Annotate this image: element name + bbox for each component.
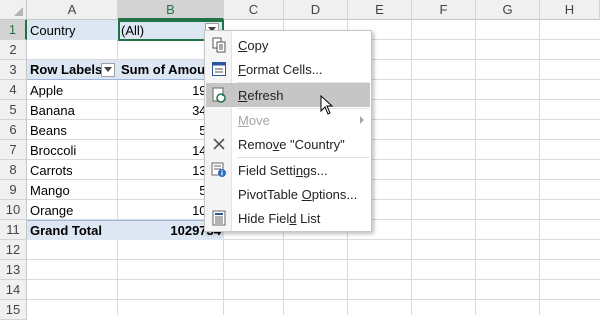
menu-item-copy[interactable]: Copy bbox=[206, 33, 370, 57]
pivot-row-label[interactable]: Carrots bbox=[27, 160, 118, 180]
close-icon bbox=[210, 135, 228, 153]
row-header-1[interactable]: 1 bbox=[0, 20, 27, 40]
column-header-g[interactable]: G bbox=[476, 0, 540, 20]
column-header-e[interactable]: E bbox=[348, 0, 412, 20]
menu-item-field-settings[interactable]: Field Settings... bbox=[206, 158, 370, 182]
menu-item-hide-field-list[interactable]: Hide Field List bbox=[206, 206, 370, 230]
row-header-6[interactable]: 6 bbox=[0, 120, 27, 140]
menu-item-label: Hide Field List bbox=[238, 210, 321, 226]
row-header-2[interactable]: 2 bbox=[0, 40, 27, 60]
menu-item-label: Refresh bbox=[238, 87, 284, 103]
filter-field-label[interactable]: Country bbox=[27, 20, 118, 40]
row-header-3[interactable]: 3 bbox=[0, 60, 27, 80]
pivot-row-label[interactable]: Orange bbox=[27, 200, 118, 220]
gridline bbox=[27, 299, 600, 300]
menu-item-label: Remove "Country" bbox=[238, 136, 345, 152]
pivot-row-label[interactable]: Beans bbox=[27, 120, 118, 140]
pivot-row-label[interactable]: Banana bbox=[27, 100, 118, 120]
menu-item-move[interactable]: Move bbox=[206, 108, 370, 132]
menu-item-label: PivotTable Options... bbox=[238, 186, 358, 202]
gridline bbox=[411, 20, 412, 315]
row-header-8[interactable]: 8 bbox=[0, 160, 27, 180]
copy-icon bbox=[210, 36, 228, 54]
row-header-14[interactable]: 14 bbox=[0, 280, 27, 300]
row-header-10[interactable]: 10 bbox=[0, 200, 27, 220]
row-header-7[interactable]: 7 bbox=[0, 140, 27, 160]
pivot-row-label[interactable]: Mango bbox=[27, 180, 118, 200]
row-labels-filter-button[interactable] bbox=[101, 63, 115, 77]
column-header-b[interactable]: B bbox=[118, 0, 224, 20]
menu-item-label: Field Settings... bbox=[238, 162, 328, 178]
row-header-9[interactable]: 9 bbox=[0, 180, 27, 200]
gridline bbox=[475, 20, 476, 315]
menu-item-remove-field[interactable]: Remove "Country" bbox=[206, 132, 370, 156]
field-settings-icon bbox=[210, 161, 228, 179]
row-header-15[interactable]: 15 bbox=[0, 300, 27, 320]
row-header-11[interactable]: 11 bbox=[0, 220, 27, 240]
context-menu: Copy Format Cells... Refresh Move Remove… bbox=[204, 30, 372, 232]
column-header-f[interactable]: F bbox=[412, 0, 476, 20]
field-list-icon bbox=[210, 209, 228, 227]
select-all-corner[interactable] bbox=[0, 0, 27, 20]
gridline bbox=[27, 259, 600, 260]
refresh-icon bbox=[210, 86, 228, 104]
row-header-12[interactable]: 12 bbox=[0, 240, 27, 260]
submenu-arrow-icon bbox=[360, 116, 364, 124]
gridline bbox=[27, 279, 600, 280]
row-header-5[interactable]: 5 bbox=[0, 100, 27, 120]
menu-item-pivottable-options[interactable]: PivotTable Options... bbox=[206, 182, 370, 206]
column-header-c[interactable]: C bbox=[224, 0, 284, 20]
column-header-a[interactable]: A bbox=[27, 0, 118, 20]
column-header-h[interactable]: H bbox=[540, 0, 600, 20]
row-header-4[interactable]: 4 bbox=[0, 80, 27, 100]
menu-item-label: Move bbox=[238, 112, 270, 128]
pivot-row-label[interactable]: Broccoli bbox=[27, 140, 118, 160]
row-header-13[interactable]: 13 bbox=[0, 260, 27, 280]
spreadsheet: A B C D E F G H 1 2 3 4 5 6 7 8 9 10 11 … bbox=[0, 0, 600, 320]
chevron-down-icon bbox=[104, 67, 112, 72]
menu-item-refresh[interactable]: Refresh bbox=[206, 83, 370, 107]
grand-total-label[interactable]: Grand Total bbox=[27, 220, 118, 240]
row-labels-header-text: Row Labels bbox=[30, 62, 103, 77]
format-cells-icon bbox=[210, 60, 228, 78]
menu-item-format-cells[interactable]: Format Cells... bbox=[206, 57, 370, 81]
gridline bbox=[539, 20, 540, 315]
menu-item-label: Format Cells... bbox=[238, 61, 323, 77]
menu-item-label: Copy bbox=[238, 37, 269, 53]
column-header-d[interactable]: D bbox=[284, 0, 348, 20]
pivot-row-label[interactable]: Apple bbox=[27, 80, 118, 100]
mouse-pointer-icon bbox=[320, 94, 334, 120]
